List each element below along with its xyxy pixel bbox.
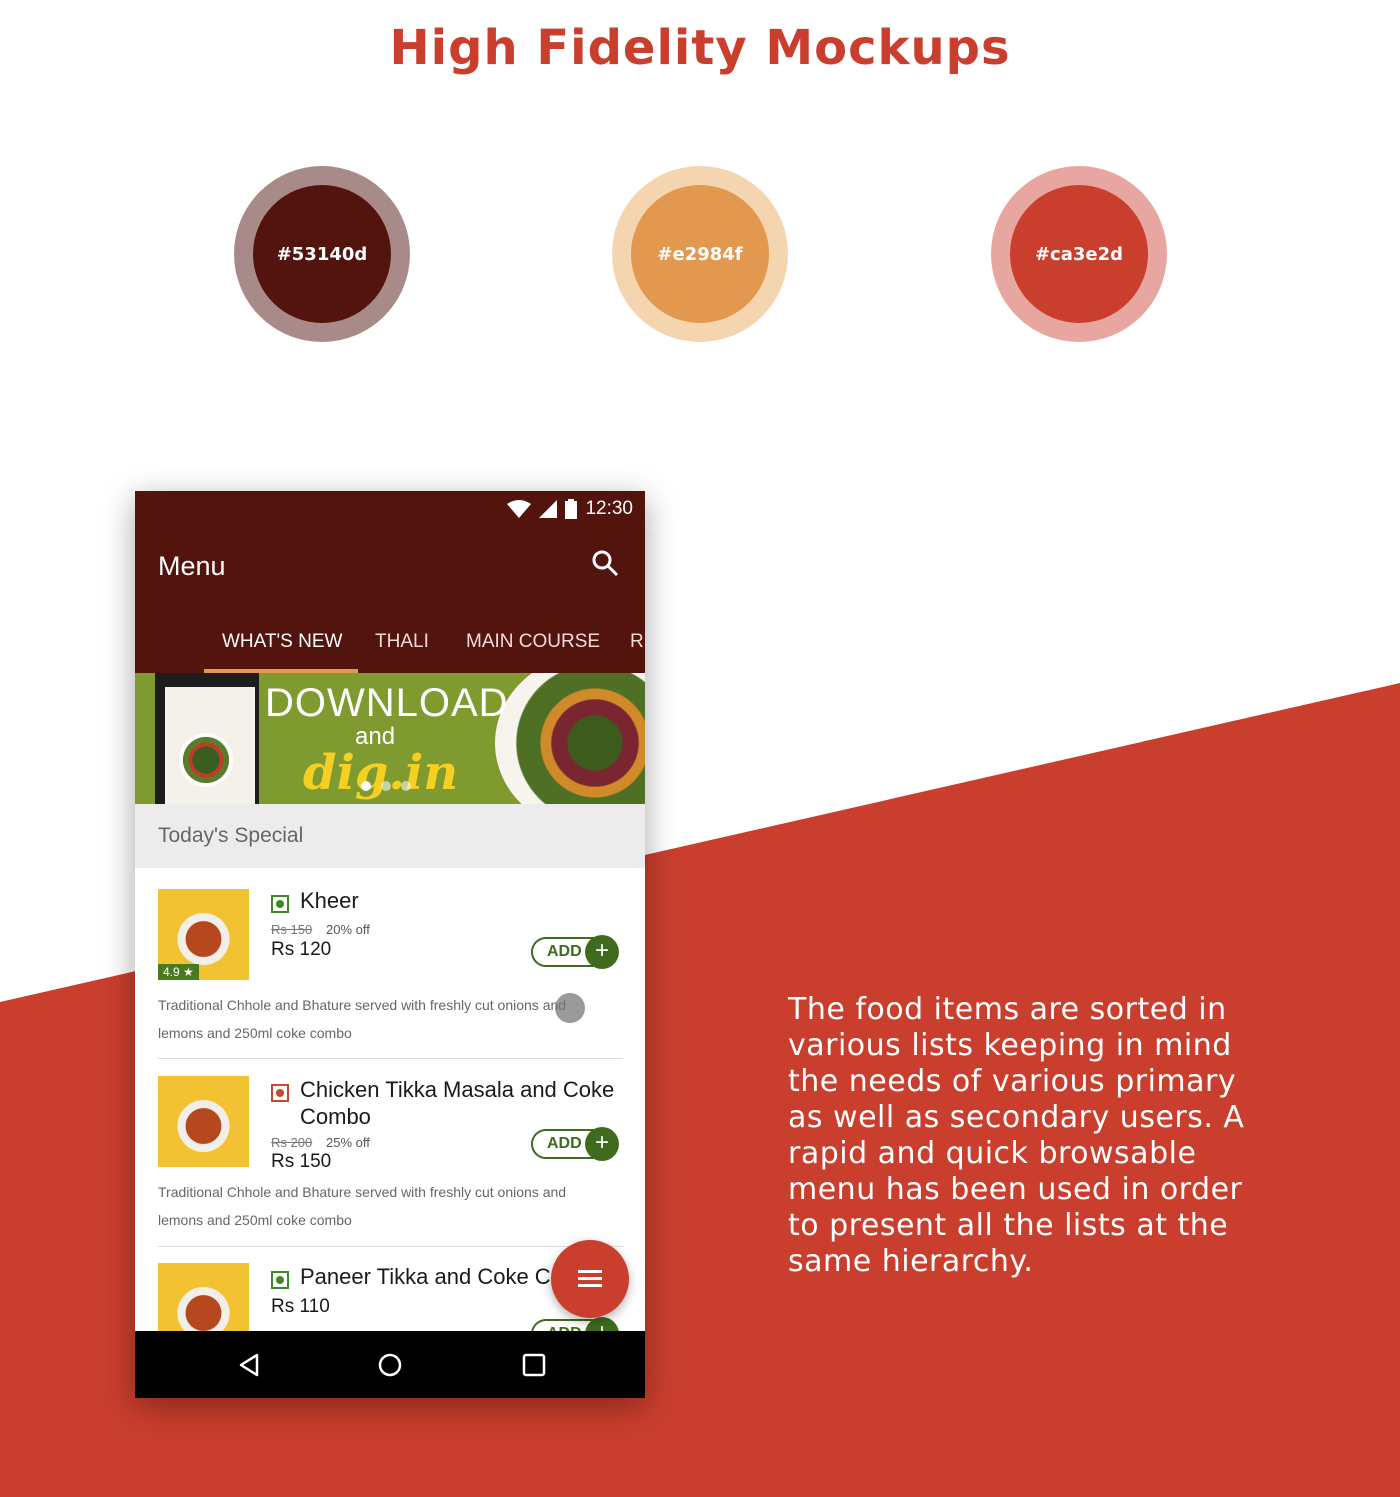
carousel-dot[interactable]	[361, 781, 371, 791]
non-veg-indicator-icon	[271, 1084, 289, 1102]
home-icon[interactable]	[376, 1351, 404, 1379]
tab-thali[interactable]: THALI	[375, 625, 429, 673]
item-description: Traditional Chhole and Bhature served wi…	[158, 1184, 567, 1228]
swatch-label: #53140d	[253, 185, 391, 323]
color-swatch-orange: #e2984f	[612, 166, 788, 342]
section-title: Today's Special	[158, 824, 304, 847]
search-icon[interactable]	[591, 549, 619, 577]
recents-icon[interactable]	[520, 1351, 548, 1379]
menu-icon-line	[578, 1284, 602, 1287]
battery-icon	[565, 499, 578, 519]
discount: 25% off	[326, 1135, 370, 1150]
veg-indicator-icon	[271, 895, 289, 913]
food-thumbnail	[158, 1076, 249, 1167]
old-price: Rs 200	[271, 1135, 313, 1150]
add-label: ADD	[547, 1135, 582, 1152]
add-label: ADD	[547, 943, 582, 960]
swatch-label: #ca3e2d	[1010, 185, 1148, 323]
tab-whats-new[interactable]: WHAT'S NEW	[222, 625, 342, 673]
android-nav-bar	[135, 1331, 645, 1398]
plus-icon: +	[585, 935, 619, 969]
back-icon[interactable]	[235, 1351, 263, 1379]
carousel-dots	[361, 781, 411, 791]
salad-plate-image	[179, 733, 233, 787]
promo-banner[interactable]: DOWNLOAD and dig.in	[135, 673, 645, 804]
divider	[158, 1058, 623, 1059]
plus-icon: +	[585, 1127, 619, 1161]
price: Rs 150	[271, 1151, 332, 1172]
menu-icon-line	[578, 1277, 602, 1280]
veg-indicator-icon	[271, 1271, 289, 1289]
carousel-dot[interactable]	[381, 781, 391, 791]
old-price: Rs 150	[271, 922, 313, 937]
menu-icon-line	[578, 1270, 602, 1273]
salad-image	[495, 673, 645, 804]
description-text: The food items are sorted in various lis…	[788, 992, 1245, 1279]
status-bar: 12:30	[507, 497, 633, 521]
item-description: Traditional Chhole and Bhature served wi…	[158, 997, 567, 1041]
divider	[158, 1246, 623, 1247]
price: Rs 110	[271, 1296, 330, 1317]
menu-fab[interactable]	[551, 1240, 629, 1318]
price: Rs 120	[271, 939, 332, 960]
item-name: Kheer	[300, 888, 359, 913]
color-swatch-dark: #53140d	[234, 166, 410, 342]
touch-indicator	[555, 993, 585, 1023]
app-title: Menu	[158, 551, 226, 581]
tab-partial[interactable]: RI	[630, 625, 645, 673]
food-thumbnail: 4.9 ★	[158, 889, 249, 980]
section-header: Today's Special	[135, 804, 645, 868]
banner-line3: dig.in	[303, 745, 459, 801]
tab-main-course[interactable]: MAIN COURSE	[466, 625, 600, 673]
status-time: 12:30	[585, 498, 633, 519]
app-bar: 12:30 Menu WHAT'S NEW THALI MAIN COURSE …	[135, 491, 645, 673]
rating-badge: 4.9 ★	[158, 964, 199, 980]
color-swatch-red: #ca3e2d	[991, 166, 1167, 342]
item-name: Chicken Tikka Masala and Coke Combo	[300, 1077, 615, 1129]
signal-icon	[539, 500, 558, 518]
add-button[interactable]: ADD +	[531, 1127, 619, 1161]
swatch-label: #e2984f	[631, 185, 769, 323]
page-title: High Fidelity Mockups	[389, 20, 1011, 76]
category-tabs: WHAT'S NEW THALI MAIN COURSE RI	[135, 625, 645, 673]
add-button[interactable]: ADD +	[531, 935, 619, 969]
carousel-dot[interactable]	[401, 781, 411, 791]
banner-line1: DOWNLOAD	[265, 681, 509, 725]
wifi-icon	[507, 500, 532, 518]
discount: 20% off	[326, 922, 370, 937]
phone-mockup: 12:30 Menu WHAT'S NEW THALI MAIN COURSE …	[135, 491, 645, 1398]
